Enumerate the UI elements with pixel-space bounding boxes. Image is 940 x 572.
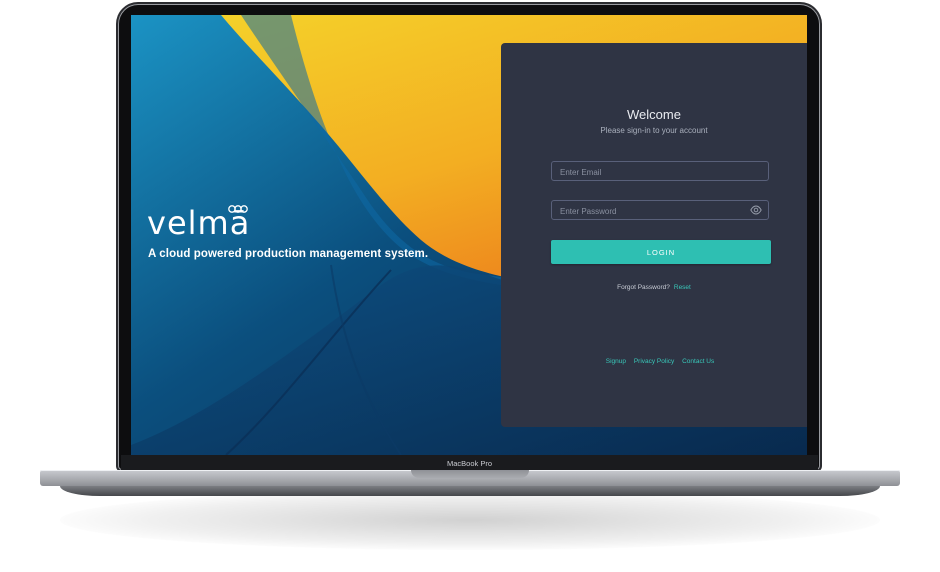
- reset-link[interactable]: Reset: [674, 284, 691, 291]
- laptop-base-bottom: [60, 486, 880, 496]
- password-field: [551, 200, 769, 221]
- contact-us-link[interactable]: Contact Us: [682, 358, 714, 365]
- login-title: Welcome: [627, 107, 681, 122]
- laptop-shadow: [60, 490, 880, 550]
- model-label: MacBook Pro: [446, 459, 493, 468]
- footer-links: Signup Privacy Policy Contact Us: [501, 358, 807, 365]
- privacy-policy-link[interactable]: Privacy Policy: [634, 358, 674, 365]
- login-button[interactable]: LOGIN: [551, 240, 771, 264]
- laptop-opening-notch: [411, 470, 529, 478]
- forgot-password-row: Forgot Password? Reset: [501, 284, 807, 291]
- password-input[interactable]: [552, 202, 768, 221]
- infinity-icon: [228, 205, 248, 213]
- email-input[interactable]: [552, 163, 768, 182]
- laptop-screen: velmā A cloud powered production managem…: [131, 15, 807, 455]
- eye-icon[interactable]: [750, 205, 762, 215]
- forgot-password-text: Forgot Password?: [617, 284, 670, 291]
- login-subtitle: Please sign-in to your account: [600, 126, 708, 135]
- email-field: [551, 161, 769, 182]
- laptop-chin: MacBook Pro: [121, 455, 818, 471]
- signup-link[interactable]: Signup: [606, 358, 626, 365]
- login-panel: Welcome Please sign-in to your account L…: [501, 43, 807, 427]
- brand-tagline: A cloud powered production management sy…: [148, 248, 429, 260]
